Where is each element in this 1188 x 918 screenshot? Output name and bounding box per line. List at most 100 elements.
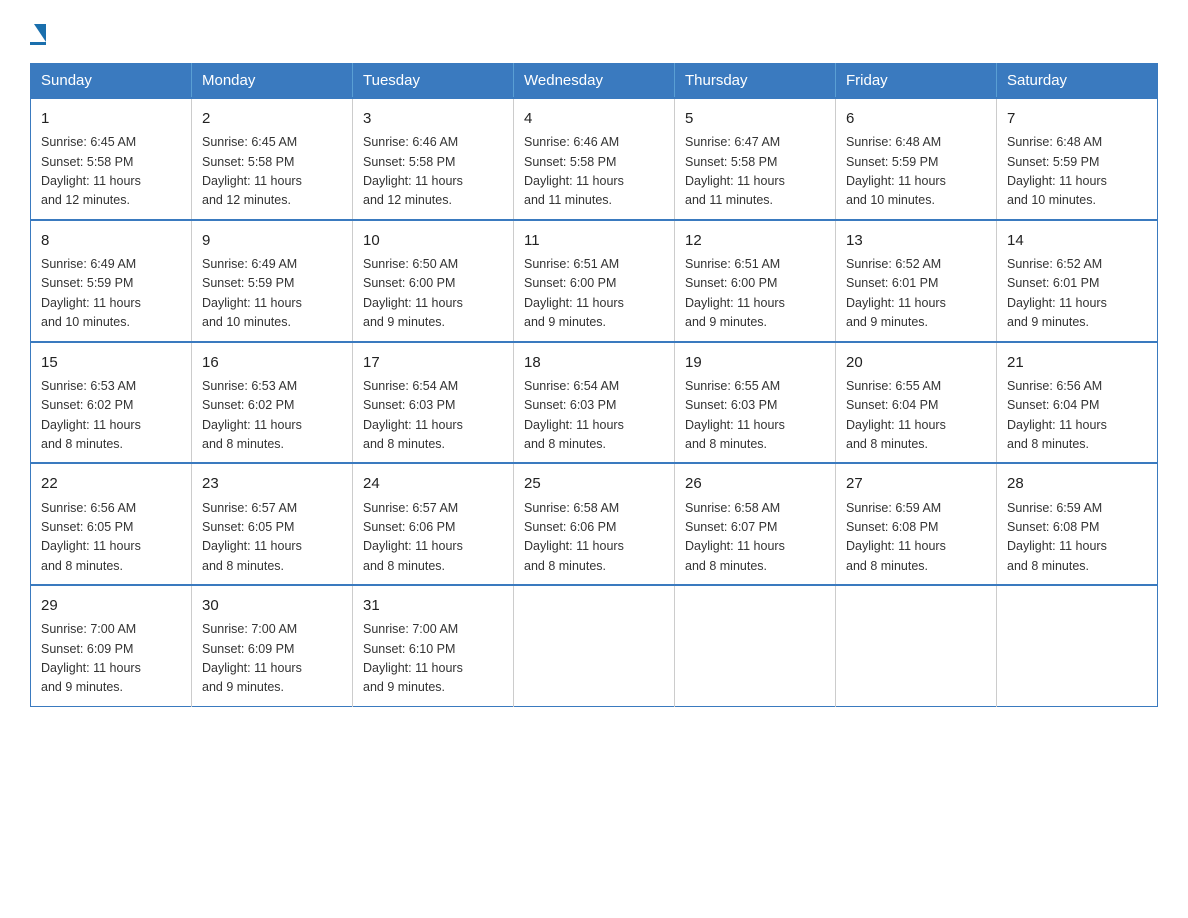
day-number: 2 [202,107,342,130]
weekday-header-wednesday: Wednesday [514,64,675,99]
calendar-cell: 2 Sunrise: 6:45 AMSunset: 5:58 PMDaylight… [192,98,353,220]
day-info: Sunrise: 7:00 AMSunset: 6:10 PMDaylight:… [363,620,503,698]
day-number: 12 [685,229,825,252]
day-number: 8 [41,229,181,252]
calendar-cell: 11 Sunrise: 6:51 AMSunset: 6:00 PMDayligh… [514,220,675,342]
calendar-cell: 3Sunrise: 6:46 AMSunset: 5:58 PMDaylight… [353,98,514,220]
calendar-cell [514,585,675,706]
calendar-cell [997,585,1158,706]
weekday-header-tuesday: Tuesday [353,64,514,99]
day-number: 18 [524,351,664,374]
calendar-cell: 8 Sunrise: 6:49 AMSunset: 5:59 PMDaylight… [31,220,192,342]
calendar-cell: 1 Sunrise: 6:45 AMSunset: 5:58 PMDaylight… [31,98,192,220]
day-info: Sunrise: 6:47 AMSunset: 5:58 PMDaylight:… [685,133,825,211]
day-number: 4 [524,107,664,130]
calendar-cell: 4 Sunrise: 6:46 AMSunset: 5:58 PMDaylight… [514,98,675,220]
calendar-cell: 22 Sunrise: 6:56 AMSunset: 6:05 PMDayligh… [31,463,192,585]
calendar-cell: 7Sunrise: 6:48 AMSunset: 5:59 PMDaylight… [997,98,1158,220]
day-number: 26 [685,472,825,495]
calendar-cell: 27Sunrise: 6:59 AMSunset: 6:08 PMDayligh… [836,463,997,585]
calendar-week-row: 29 Sunrise: 7:00 AMSunset: 6:09 PMDayligh… [31,585,1158,706]
logo-text [30,24,46,40]
day-info: Sunrise: 6:59 AMSunset: 6:08 PMDaylight:… [846,499,986,577]
day-number: 11 [524,229,664,252]
day-number: 3 [363,107,503,130]
day-info: Sunrise: 6:50 AMSunset: 6:00 PMDaylight:… [363,255,503,333]
day-info: Sunrise: 6:54 AMSunset: 6:03 PMDaylight:… [363,377,503,455]
calendar-cell: 31 Sunrise: 7:00 AMSunset: 6:10 PMDayligh… [353,585,514,706]
calendar-cell: 16 Sunrise: 6:53 AMSunset: 6:02 PMDayligh… [192,342,353,464]
day-number: 20 [846,351,986,374]
weekday-header-monday: Monday [192,64,353,99]
day-info: Sunrise: 7:00 AMSunset: 6:09 PMDaylight:… [41,620,181,698]
day-number: 10 [363,229,503,252]
day-info: Sunrise: 6:58 AMSunset: 6:06 PMDaylight:… [524,499,664,577]
day-info: Sunrise: 6:57 AMSunset: 6:06 PMDaylight:… [363,499,503,577]
calendar-cell: 10 Sunrise: 6:50 AMSunset: 6:00 PMDayligh… [353,220,514,342]
calendar-cell [675,585,836,706]
day-info: Sunrise: 6:56 AMSunset: 6:04 PMDaylight:… [1007,377,1147,455]
day-info: Sunrise: 6:49 AMSunset: 5:59 PMDaylight:… [41,255,181,333]
day-info: Sunrise: 6:49 AMSunset: 5:59 PMDaylight:… [202,255,342,333]
calendar-cell: 25Sunrise: 6:58 AMSunset: 6:06 PMDayligh… [514,463,675,585]
day-number: 21 [1007,351,1147,374]
day-info: Sunrise: 6:58 AMSunset: 6:07 PMDaylight:… [685,499,825,577]
day-info: Sunrise: 6:45 AMSunset: 5:58 PMDaylight:… [202,133,342,211]
weekday-header-saturday: Saturday [997,64,1158,99]
calendar-week-row: 22 Sunrise: 6:56 AMSunset: 6:05 PMDayligh… [31,463,1158,585]
calendar-cell: 21 Sunrise: 6:56 AMSunset: 6:04 PMDayligh… [997,342,1158,464]
calendar-cell: 9 Sunrise: 6:49 AMSunset: 5:59 PMDaylight… [192,220,353,342]
day-number: 7 [1007,107,1147,130]
day-number: 23 [202,472,342,495]
day-number: 22 [41,472,181,495]
calendar-table: SundayMondayTuesdayWednesdayThursdayFrid… [30,63,1158,707]
calendar-week-row: 15 Sunrise: 6:53 AMSunset: 6:02 PMDayligh… [31,342,1158,464]
day-number: 30 [202,594,342,617]
day-info: Sunrise: 7:00 AMSunset: 6:09 PMDaylight:… [202,620,342,698]
calendar-cell: 28 Sunrise: 6:59 AMSunset: 6:08 PMDayligh… [997,463,1158,585]
day-number: 19 [685,351,825,374]
calendar-cell: 19 Sunrise: 6:55 AMSunset: 6:03 PMDayligh… [675,342,836,464]
calendar-cell: 23 Sunrise: 6:57 AMSunset: 6:05 PMDayligh… [192,463,353,585]
calendar-week-row: 1 Sunrise: 6:45 AMSunset: 5:58 PMDaylight… [31,98,1158,220]
day-info: Sunrise: 6:45 AMSunset: 5:58 PMDaylight:… [41,133,181,211]
day-info: Sunrise: 6:54 AMSunset: 6:03 PMDaylight:… [524,377,664,455]
day-number: 6 [846,107,986,130]
day-info: Sunrise: 6:56 AMSunset: 6:05 PMDaylight:… [41,499,181,577]
day-number: 29 [41,594,181,617]
calendar-cell: 13Sunrise: 6:52 AMSunset: 6:01 PMDayligh… [836,220,997,342]
calendar-cell: 14 Sunrise: 6:52 AMSunset: 6:01 PMDayligh… [997,220,1158,342]
page-header [30,24,1158,45]
calendar-cell [836,585,997,706]
calendar-cell: 24 Sunrise: 6:57 AMSunset: 6:06 PMDayligh… [353,463,514,585]
day-number: 9 [202,229,342,252]
day-info: Sunrise: 6:46 AMSunset: 5:58 PMDaylight:… [524,133,664,211]
day-info: Sunrise: 6:53 AMSunset: 6:02 PMDaylight:… [41,377,181,455]
day-info: Sunrise: 6:51 AMSunset: 6:00 PMDaylight:… [685,255,825,333]
calendar-cell: 30 Sunrise: 7:00 AMSunset: 6:09 PMDayligh… [192,585,353,706]
day-info: Sunrise: 6:52 AMSunset: 6:01 PMDaylight:… [1007,255,1147,333]
calendar-cell: 26 Sunrise: 6:58 AMSunset: 6:07 PMDayligh… [675,463,836,585]
day-number: 24 [363,472,503,495]
day-number: 31 [363,594,503,617]
calendar-cell: 15 Sunrise: 6:53 AMSunset: 6:02 PMDayligh… [31,342,192,464]
day-info: Sunrise: 6:53 AMSunset: 6:02 PMDaylight:… [202,377,342,455]
weekday-header-sunday: Sunday [31,64,192,99]
calendar-cell: 20Sunrise: 6:55 AMSunset: 6:04 PMDayligh… [836,342,997,464]
day-info: Sunrise: 6:59 AMSunset: 6:08 PMDaylight:… [1007,499,1147,577]
weekday-header-friday: Friday [836,64,997,99]
day-info: Sunrise: 6:55 AMSunset: 6:03 PMDaylight:… [685,377,825,455]
logo-arrow-icon [34,24,46,42]
day-info: Sunrise: 6:57 AMSunset: 6:05 PMDaylight:… [202,499,342,577]
day-number: 16 [202,351,342,374]
day-number: 28 [1007,472,1147,495]
calendar-cell: 12 Sunrise: 6:51 AMSunset: 6:00 PMDayligh… [675,220,836,342]
day-number: 15 [41,351,181,374]
day-number: 5 [685,107,825,130]
day-number: 14 [1007,229,1147,252]
day-info: Sunrise: 6:51 AMSunset: 6:00 PMDaylight:… [524,255,664,333]
day-number: 1 [41,107,181,130]
calendar-cell: 17Sunrise: 6:54 AMSunset: 6:03 PMDayligh… [353,342,514,464]
calendar-cell: 18 Sunrise: 6:54 AMSunset: 6:03 PMDayligh… [514,342,675,464]
calendar-week-row: 8 Sunrise: 6:49 AMSunset: 5:59 PMDaylight… [31,220,1158,342]
